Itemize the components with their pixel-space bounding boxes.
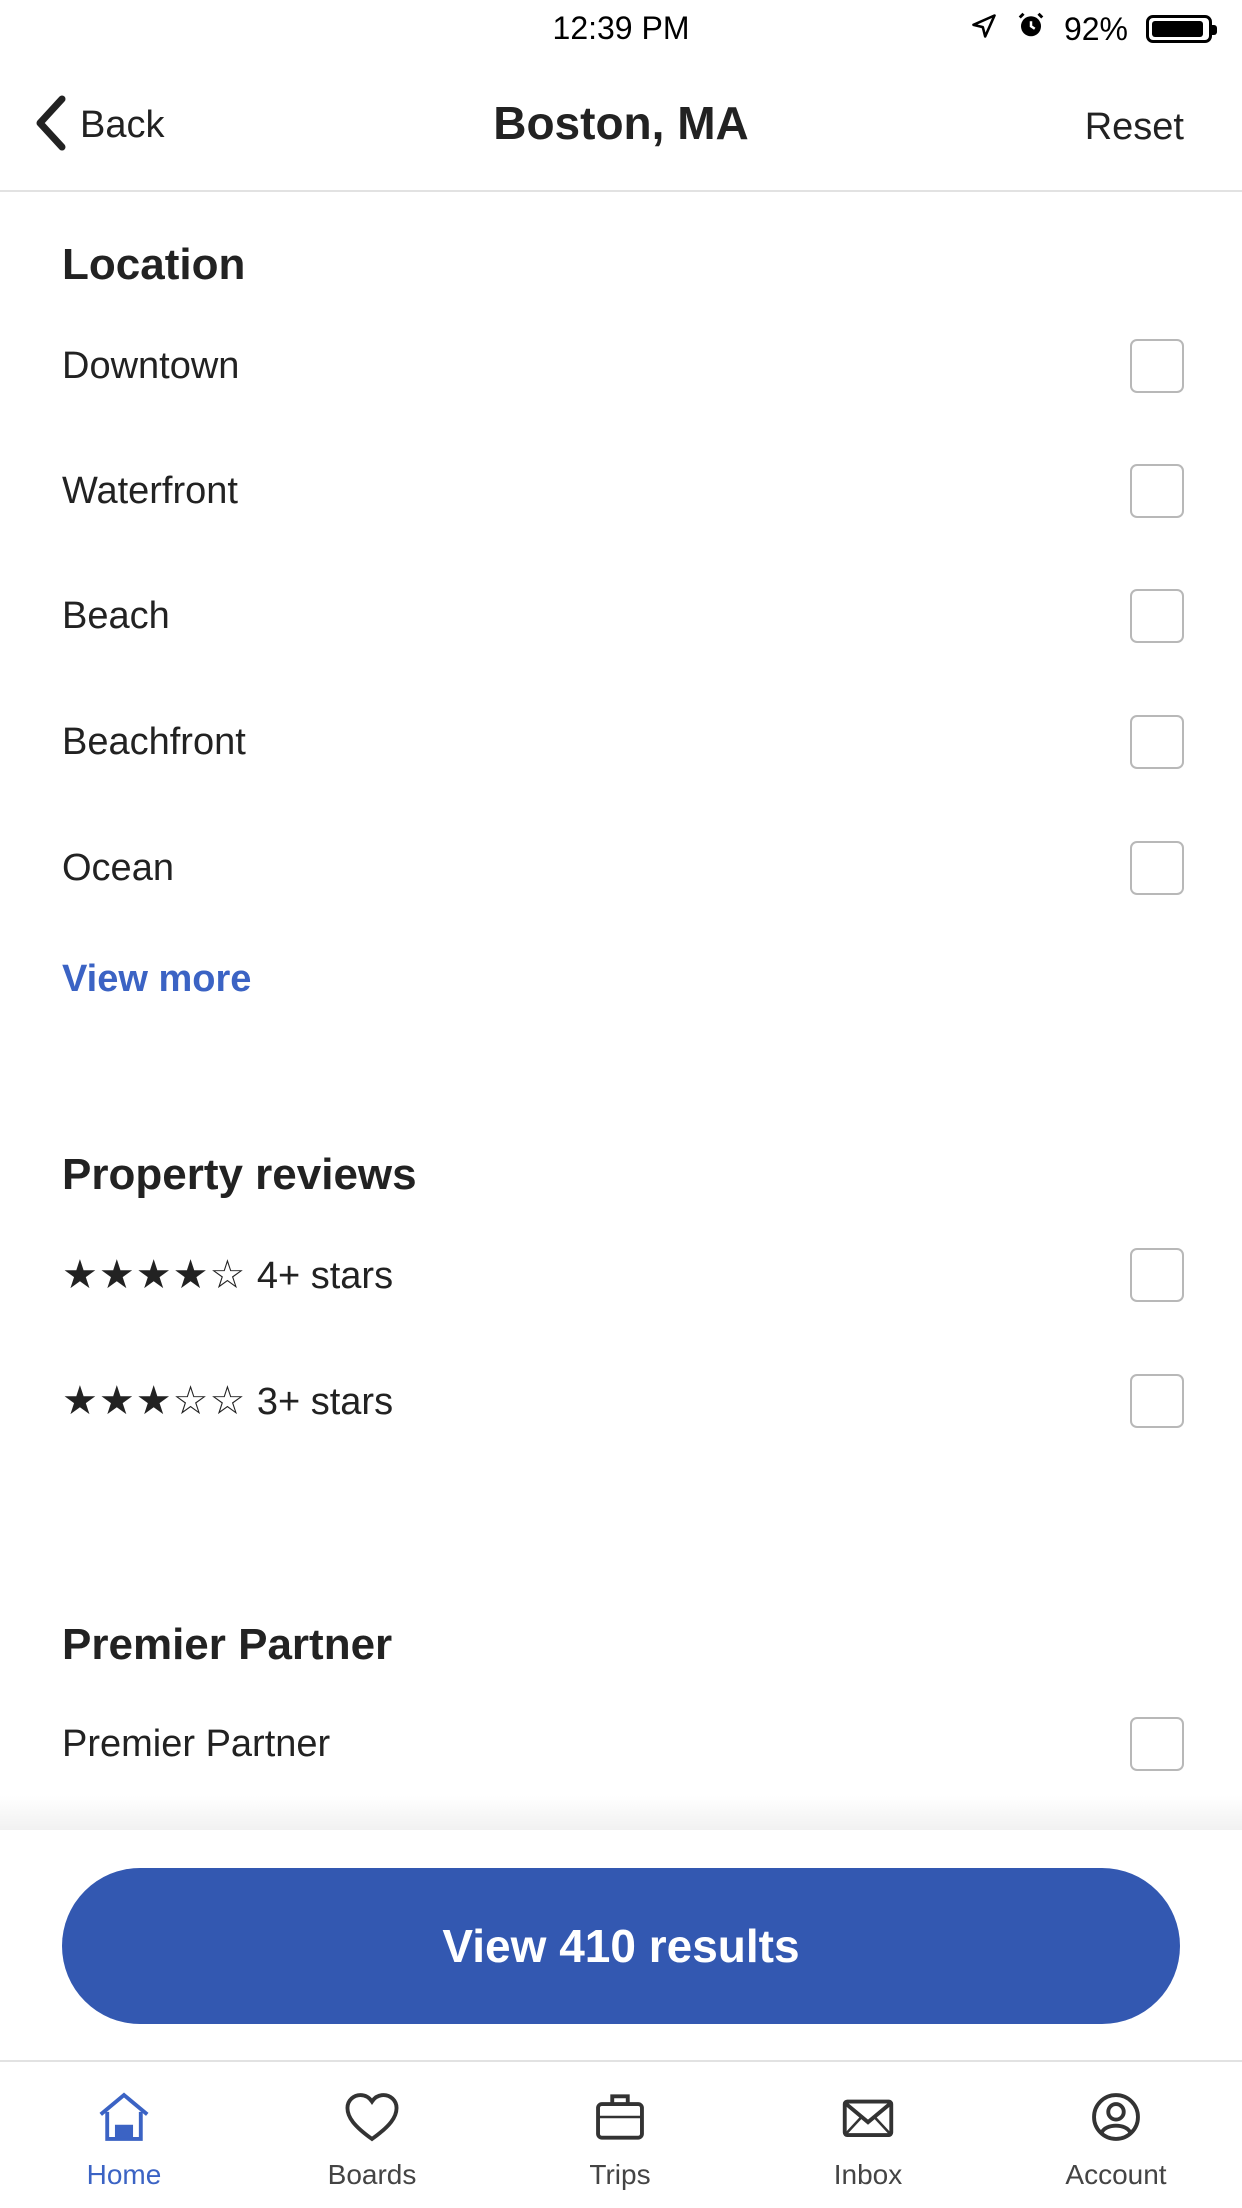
tab-label: Trips	[589, 2159, 651, 2190]
reset-button[interactable]: Reset	[1085, 106, 1184, 149]
view-results-button[interactable]: View 410 results	[62, 1868, 1180, 2024]
status-right: 92%	[970, 10, 1217, 48]
envelope-icon	[837, 2086, 899, 2153]
location-option-ocean[interactable]: Ocean	[62, 836, 1184, 900]
view-more-link[interactable]: View more	[62, 958, 251, 1001]
location-option-beachfront[interactable]: Beachfront	[62, 710, 1184, 774]
rating-label: 4+ stars	[256, 1255, 394, 1297]
tab-label: Boards	[327, 2159, 417, 2190]
filters-screen: 12:39 PM 92% Back Boston, MA Reset Locat…	[0, 0, 1242, 2208]
tab-bar: Home Boards Trips Inbox Account	[0, 2060, 1242, 2208]
partner-section-title: Premier Partner	[62, 1620, 393, 1669]
battery-percent: 92%	[1063, 10, 1128, 47]
tab-home[interactable]: Home	[24, 2086, 224, 2206]
star-rating-icon: ★★★★☆	[62, 1253, 247, 1297]
reviews-option-3-stars[interactable]: ★★★☆☆ 3+ stars	[62, 1369, 1184, 1433]
location-option-waterfront[interactable]: Waterfront	[62, 459, 1184, 523]
suitcase-icon	[589, 2086, 651, 2153]
reviews-option-4-stars[interactable]: ★★★★☆ 4+ stars	[62, 1243, 1184, 1307]
checkbox[interactable]	[1130, 841, 1184, 895]
option-label: Beachfront	[62, 720, 246, 763]
location-option-beach[interactable]: Beach	[62, 584, 1184, 648]
star-rating-icon: ★★★☆☆	[62, 1379, 247, 1423]
location-section-title: Location	[62, 240, 246, 289]
location-arrow-icon	[970, 11, 998, 48]
checkbox[interactable]	[1130, 715, 1184, 769]
alarm-icon	[1016, 10, 1046, 48]
nav-header: Back Boston, MA Reset	[0, 56, 1242, 192]
option-label: Premier Partner	[62, 1722, 331, 1765]
tab-inbox[interactable]: Inbox	[768, 2086, 968, 2206]
tab-label: Home	[86, 2159, 162, 2190]
heart-icon	[341, 2086, 403, 2153]
option-label: ★★★☆☆ 3+ stars	[62, 1378, 393, 1424]
location-option-downtown[interactable]: Downtown	[62, 334, 1184, 398]
option-label: ★★★★☆ 4+ stars	[62, 1252, 393, 1298]
tab-label: Inbox	[833, 2159, 903, 2190]
checkbox[interactable]	[1130, 1374, 1184, 1428]
checkbox[interactable]	[1130, 1717, 1184, 1771]
option-label: Waterfront	[62, 469, 238, 512]
option-label: Downtown	[62, 344, 240, 387]
home-icon	[93, 2086, 155, 2153]
battery-icon	[1146, 15, 1217, 43]
cta-divider	[0, 1796, 1242, 1830]
account-icon	[1085, 2086, 1147, 2153]
checkbox[interactable]	[1130, 464, 1184, 518]
tab-label: Account	[1065, 2159, 1167, 2190]
status-bar: 12:39 PM 92%	[0, 0, 1242, 56]
checkbox[interactable]	[1130, 589, 1184, 643]
page-title: Boston, MA	[493, 97, 749, 149]
tab-account[interactable]: Account	[1016, 2086, 1216, 2206]
reviews-section-title: Property reviews	[62, 1150, 417, 1199]
checkbox[interactable]	[1130, 339, 1184, 393]
option-label: Ocean	[62, 846, 174, 889]
partner-option-premier[interactable]: Premier Partner	[62, 1712, 1184, 1776]
option-label: Beach	[62, 594, 170, 637]
rating-label: 3+ stars	[256, 1381, 394, 1423]
tab-boards[interactable]: Boards	[272, 2086, 472, 2206]
tab-trips[interactable]: Trips	[520, 2086, 720, 2206]
checkbox[interactable]	[1130, 1248, 1184, 1302]
